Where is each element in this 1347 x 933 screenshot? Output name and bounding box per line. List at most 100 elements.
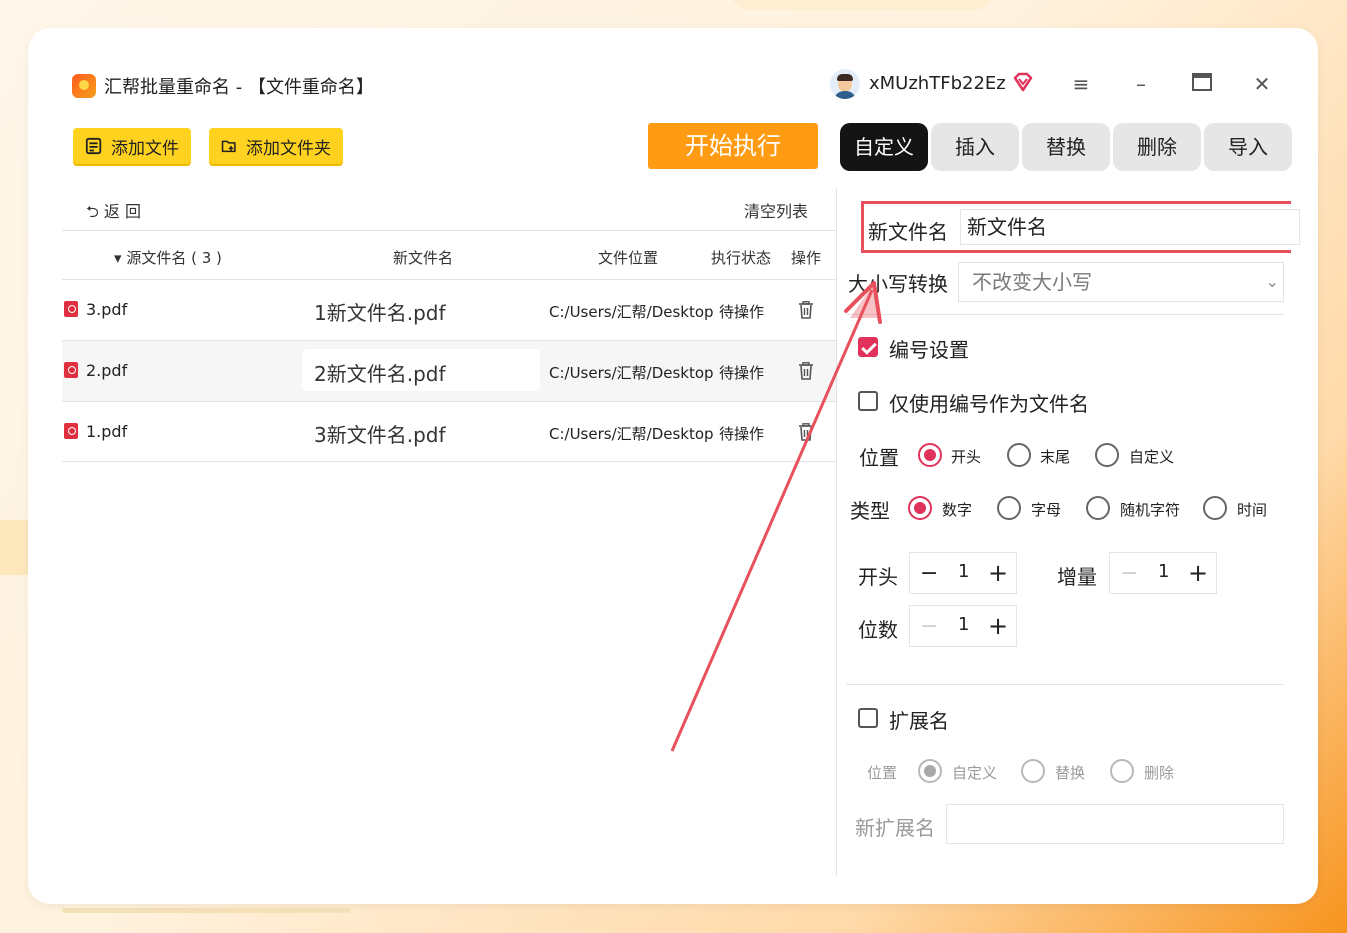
numbering-label: 编号设置 bbox=[889, 338, 969, 362]
pdf-file-icon bbox=[64, 362, 78, 378]
back-label: 返 回 bbox=[103, 202, 142, 221]
only-number-checkbox[interactable] bbox=[858, 391, 878, 411]
file-list-icon bbox=[85, 137, 102, 155]
minimize-icon[interactable]: – bbox=[1129, 72, 1153, 96]
minus-icon[interactable]: − bbox=[1120, 561, 1138, 586]
type-option-number: 数字 bbox=[942, 501, 973, 519]
type-radio-letter[interactable] bbox=[997, 496, 1021, 520]
divider bbox=[62, 230, 836, 231]
column-header-source[interactable]: ▾ 源文件名 ( 3 ) bbox=[114, 247, 222, 268]
menu-icon[interactable]: ≡ bbox=[1069, 72, 1093, 96]
file-location: C:/Users/汇帮/Desktop bbox=[549, 425, 714, 443]
trash-icon[interactable] bbox=[798, 423, 814, 441]
maximize-icon[interactable] bbox=[1190, 72, 1214, 96]
new-filename: 1新文件名.pdf bbox=[314, 301, 446, 325]
start-label: 开头 bbox=[858, 565, 898, 589]
trash-icon[interactable] bbox=[798, 362, 814, 380]
plus-icon[interactable]: + bbox=[988, 559, 1008, 587]
panel-divider bbox=[836, 188, 837, 876]
start-stepper[interactable]: − 1 + bbox=[909, 552, 1017, 594]
position-radio-end[interactable] bbox=[1007, 443, 1031, 467]
ext-position-option-delete: 删除 bbox=[1144, 764, 1175, 782]
table-row[interactable]: 1.pdf 3新文件名.pdf C:/Users/汇帮/Desktop 待操作 bbox=[62, 402, 836, 462]
source-filename: 1.pdf bbox=[86, 422, 128, 441]
add-file-button[interactable]: 添加文件 bbox=[73, 128, 191, 164]
back-arrow-icon: ⮌ bbox=[86, 202, 99, 221]
divider bbox=[62, 461, 836, 462]
ext-position-radio-replace[interactable] bbox=[1021, 759, 1045, 783]
type-radio-time[interactable] bbox=[1203, 496, 1227, 520]
plus-icon[interactable]: + bbox=[1188, 559, 1208, 587]
new-filename: 3新文件名.pdf bbox=[314, 423, 446, 447]
type-radio-number[interactable] bbox=[908, 496, 932, 520]
increment-value[interactable]: 1 bbox=[1158, 561, 1169, 582]
digits-stepper[interactable]: − 1 + bbox=[909, 605, 1017, 647]
position-option-custom: 自定义 bbox=[1129, 448, 1175, 466]
table-row[interactable]: 3.pdf 1新文件名.pdf C:/Users/汇帮/Desktop 待操作 bbox=[62, 280, 836, 340]
back-button[interactable]: ⮌ 返 回 bbox=[86, 198, 141, 228]
sort-down-icon: ▾ bbox=[114, 249, 122, 267]
tab-replace[interactable]: 替换 bbox=[1022, 123, 1110, 171]
ext-position-radio-delete[interactable] bbox=[1110, 759, 1134, 783]
vip-diamond-icon[interactable] bbox=[1012, 71, 1034, 93]
add-folder-label: 添加文件夹 bbox=[246, 138, 331, 159]
new-name-input[interactable]: 新文件名 bbox=[960, 209, 1300, 245]
case-select-value: 不改变大小写 bbox=[972, 270, 1092, 294]
type-radio-random[interactable] bbox=[1086, 496, 1110, 520]
extension-label: 扩展名 bbox=[889, 709, 949, 733]
divider bbox=[846, 684, 1284, 685]
type-option-letter: 字母 bbox=[1031, 501, 1062, 519]
tab-custom[interactable]: 自定义 bbox=[840, 123, 928, 171]
table-row[interactable]: 2.pdf 2新文件名.pdf C:/Users/汇帮/Desktop 待操作 bbox=[62, 341, 836, 401]
username[interactable]: xMUzhTFb22Ez bbox=[869, 73, 1006, 94]
numbering-checkbox[interactable] bbox=[858, 337, 878, 357]
start-value[interactable]: 1 bbox=[958, 561, 969, 582]
plus-icon[interactable]: + bbox=[988, 612, 1008, 640]
minus-icon[interactable]: − bbox=[920, 614, 938, 639]
ext-position-radio-custom[interactable] bbox=[918, 759, 942, 783]
title-bar: 汇帮批量重命名 - 【文件重命名】 xMUzhTFb22Ez ≡ – ✕ bbox=[62, 58, 1292, 110]
file-location: C:/Users/汇帮/Desktop bbox=[549, 303, 714, 321]
only-number-label: 仅使用编号作为文件名 bbox=[889, 392, 1089, 416]
user-avatar[interactable] bbox=[830, 69, 860, 99]
minus-icon[interactable]: − bbox=[920, 561, 938, 586]
tab-import[interactable]: 导入 bbox=[1204, 123, 1292, 171]
type-option-time: 时间 bbox=[1237, 501, 1268, 519]
column-header-source-label: 源文件名 ( 3 ) bbox=[126, 249, 222, 267]
increment-label: 增量 bbox=[1057, 565, 1097, 589]
new-extension-input[interactable] bbox=[946, 804, 1284, 844]
new-extension-label: 新扩展名 bbox=[855, 816, 935, 840]
increment-stepper[interactable]: − 1 + bbox=[1109, 552, 1217, 594]
type-label: 类型 bbox=[850, 499, 890, 523]
column-header-location: 文件位置 bbox=[598, 249, 659, 267]
app-logo-icon bbox=[72, 74, 96, 98]
column-header-new-name: 新文件名 bbox=[393, 249, 454, 267]
digits-label: 位数 bbox=[858, 618, 898, 642]
tab-delete[interactable]: 删除 bbox=[1113, 123, 1201, 171]
trash-icon[interactable] bbox=[798, 301, 814, 319]
background-line bbox=[62, 908, 350, 913]
background-shape bbox=[730, 0, 995, 10]
app-window: 汇帮批量重命名 - 【文件重命名】 xMUzhTFb22Ez ≡ – ✕ 添加文… bbox=[62, 58, 1292, 876]
tab-insert[interactable]: 插入 bbox=[931, 123, 1019, 171]
case-select[interactable]: 不改变大小写 ⌄ bbox=[958, 262, 1284, 302]
pdf-file-icon bbox=[64, 301, 78, 317]
source-filename: 3.pdf bbox=[86, 300, 128, 319]
position-label: 位置 bbox=[859, 446, 899, 470]
chevron-down-icon: ⌄ bbox=[1265, 272, 1279, 291]
clear-list-button[interactable]: 清空列表 bbox=[744, 198, 808, 222]
position-radio-start[interactable] bbox=[918, 443, 942, 467]
digits-value[interactable]: 1 bbox=[958, 614, 969, 635]
ext-position-option-custom: 自定义 bbox=[952, 764, 998, 782]
extension-checkbox[interactable] bbox=[858, 708, 878, 728]
position-radio-custom[interactable] bbox=[1095, 443, 1119, 467]
type-option-random: 随机字符 bbox=[1120, 501, 1181, 519]
add-folder-button[interactable]: 添加文件夹 bbox=[209, 128, 343, 164]
close-icon[interactable]: ✕ bbox=[1250, 72, 1274, 96]
start-button[interactable]: 开始执行 bbox=[648, 123, 818, 169]
new-name-label: 新文件名 bbox=[868, 220, 948, 244]
ext-position-option-replace: 替换 bbox=[1055, 764, 1086, 782]
new-name-highlight-frame: 新文件名 新文件名 bbox=[861, 201, 1300, 253]
ext-position-label: 位置 bbox=[867, 764, 898, 782]
status-text: 待操作 bbox=[719, 425, 765, 443]
